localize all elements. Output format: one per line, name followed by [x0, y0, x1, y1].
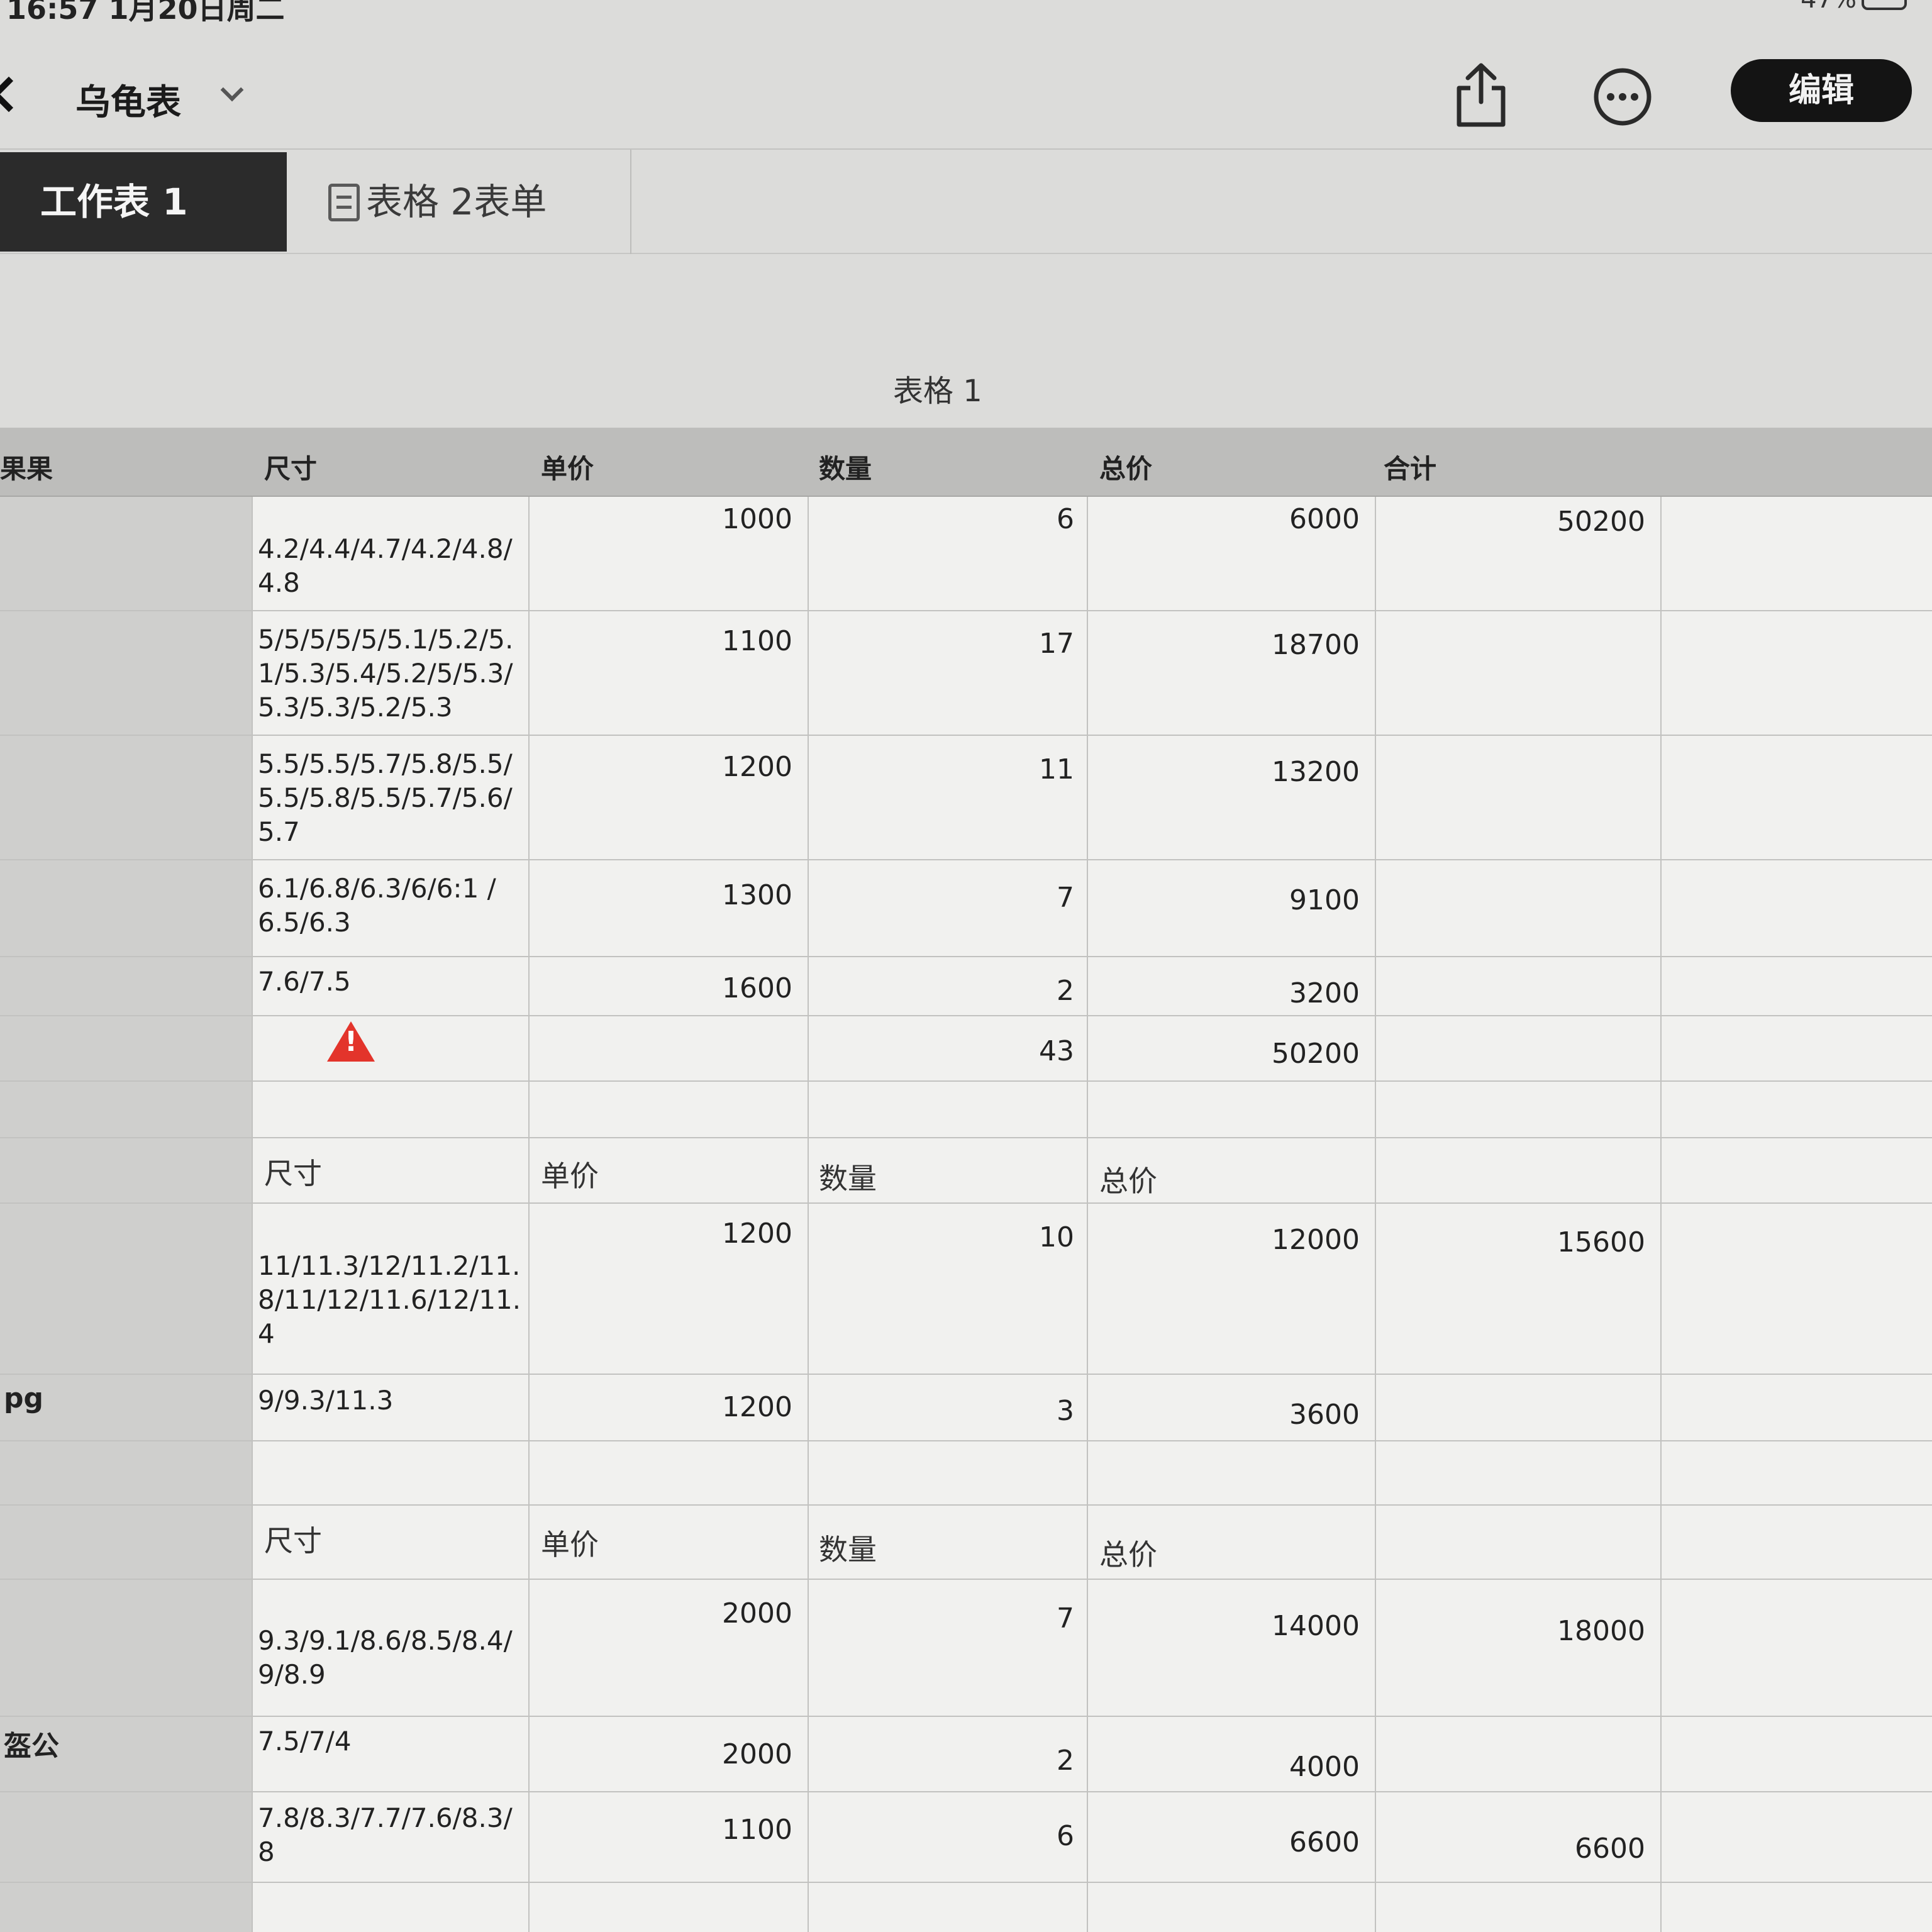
grid-hline [0, 1882, 1932, 1883]
unit-price-cell[interactable]: 1600 [535, 972, 792, 1004]
header-size[interactable]: 尺寸 [264, 448, 317, 486]
total-price-cell[interactable]: 18700 [1093, 629, 1360, 661]
nav-bar: 乌龟表 编辑 [0, 38, 1932, 151]
sub-header-size[interactable]: 尺寸 [264, 1151, 322, 1192]
unit-price-cell[interactable]: 1300 [535, 879, 792, 911]
warning-mark: ! [344, 1026, 358, 1058]
header-quantity[interactable]: 数量 [819, 448, 872, 486]
grid-hline [0, 1137, 1932, 1138]
quantity-cell[interactable]: 7 [814, 882, 1074, 914]
total-price-cell[interactable]: 13200 [1093, 756, 1360, 788]
quantity-cell[interactable]: 6 [814, 1820, 1074, 1852]
total-price-cell[interactable]: 6000 [1093, 503, 1360, 535]
header-sum[interactable]: 合计 [1384, 448, 1436, 486]
grid-hline [0, 1374, 1932, 1375]
total-price-cell[interactable]: 14000 [1093, 1610, 1360, 1642]
sub-header-quantity[interactable]: 数量 [819, 1156, 877, 1197]
grid-hline [0, 1015, 1932, 1016]
grid-hline [0, 610, 1932, 611]
sum-cell[interactable]: 18000 [1381, 1615, 1645, 1647]
unit-price-cell[interactable]: 1200 [535, 1218, 792, 1250]
quantity-cell[interactable]: 7 [814, 1602, 1074, 1635]
header-unit-price[interactable]: 单价 [541, 448, 594, 486]
sub-header-quantity[interactable]: 数量 [819, 1527, 877, 1568]
size-cell[interactable]: 5.5/5.5/5.7/5.8/5.5/ 5.5/5.8/5.5/5.7/5.6… [258, 747, 522, 849]
sub-header-unit-price[interactable]: 单价 [541, 1153, 599, 1195]
total-price-cell[interactable]: 3200 [1093, 977, 1360, 1009]
status-time: 16:57 1月20日周二 [6, 0, 285, 26]
quantity-cell[interactable]: 17 [814, 628, 1074, 660]
size-cell[interactable]: 7.5/7/4 [258, 1724, 522, 1758]
form-icon [328, 184, 360, 221]
quantity-cell[interactable]: 10 [814, 1221, 1074, 1253]
unit-price-cell[interactable]: 1200 [535, 751, 792, 783]
unit-price-cell[interactable]: 2000 [535, 1738, 792, 1770]
document-title[interactable]: 乌龟表 [75, 74, 181, 125]
sum-cell[interactable]: 15600 [1381, 1226, 1645, 1258]
total-price-cell[interactable]: 12000 [1093, 1224, 1360, 1256]
unit-price-cell[interactable]: 1100 [535, 1814, 792, 1846]
unit-price-cell[interactable]: 1000 [535, 503, 792, 535]
size-cell[interactable]: 9.3/9.1/8.6/8.5/8.4/ 9/8.9 [258, 1624, 522, 1692]
grid-hline [0, 1716, 1932, 1717]
grand-total-cell[interactable]: 50200 [1093, 1038, 1360, 1070]
size-cell[interactable]: 7.6/7.5 [258, 965, 522, 999]
header-total-price[interactable]: 总价 [1099, 448, 1152, 486]
unit-price-cell[interactable]: 1100 [535, 625, 792, 657]
grid-hline [0, 1504, 1932, 1506]
size-cell[interactable]: 11/11.3/12/11.2/11. 8/11/12/11.6/12/11. … [258, 1249, 522, 1351]
sheet-tab-bar: 工作表 1 表格 2表单 [0, 148, 1932, 254]
row-label-pg[interactable]: pg [4, 1382, 43, 1414]
size-cell[interactable]: 7.8/8.3/7.7/7.6/8.3/ 8 [258, 1801, 522, 1869]
sub-header-total-price[interactable]: 总价 [1099, 1158, 1157, 1200]
battery-icon [1862, 0, 1907, 10]
total-price-cell[interactable]: 6600 [1093, 1826, 1360, 1858]
total-quantity-cell[interactable]: 43 [814, 1035, 1074, 1067]
total-price-cell[interactable]: 4000 [1093, 1751, 1360, 1783]
battery-percent: 47% [1801, 0, 1857, 14]
sub-header-total-price[interactable]: 总价 [1099, 1532, 1157, 1574]
quantity-cell[interactable]: 2 [814, 975, 1074, 1007]
edit-button[interactable]: 编辑 [1731, 59, 1912, 122]
unit-price-cell[interactable]: 2000 [535, 1597, 792, 1629]
quantity-cell[interactable]: 11 [814, 753, 1074, 786]
unit-price-cell[interactable]: 1200 [535, 1391, 792, 1423]
quantity-cell[interactable]: 3 [814, 1395, 1074, 1427]
tab-table-2-form[interactable]: 表格 2表单 [287, 150, 631, 254]
status-bar: 16:57 1月20日周二 47% [0, 0, 1932, 26]
grid-hline [0, 956, 1932, 957]
sum-cell[interactable]: 50200 [1381, 506, 1645, 538]
row-label-group3[interactable]: 盔公 [4, 1723, 59, 1763]
app-window: 16:57 1月20日周二 47% 乌龟表 编辑 工作表 1 表格 2表单 表格… [0, 0, 1932, 1932]
grid-hline [0, 1202, 1932, 1204]
tab-form-label: 表格 2表单 [366, 180, 547, 223]
table-title[interactable]: 表格 1 [893, 366, 982, 410]
table-header-row: 果果 尺寸 单价 数量 总价 合计 [0, 428, 1932, 497]
grid-hline [0, 735, 1932, 736]
sub-header-unit-price[interactable]: 单价 [541, 1522, 599, 1563]
size-cell[interactable]: 5/5/5/5/5/5.1/5.2/5. 1/5.3/5.4/5.2/5/5.3… [258, 623, 522, 724]
sum-cell[interactable]: 6600 [1381, 1833, 1645, 1865]
size-cell[interactable]: 6.1/6.8/6.3/6/6:1 / 6.5/6.3 [258, 872, 522, 940]
tab-worksheet-1[interactable]: 工作表 1 [0, 152, 287, 252]
quantity-cell[interactable]: 6 [814, 503, 1074, 535]
quantity-cell[interactable]: 2 [814, 1745, 1074, 1777]
more-icon[interactable] [1591, 65, 1654, 128]
total-price-cell[interactable]: 9100 [1093, 884, 1360, 916]
grid-hline [0, 1440, 1932, 1441]
header-col0[interactable]: 果果 [0, 448, 53, 486]
share-icon[interactable] [1453, 60, 1509, 130]
size-cell[interactable]: 9/9.3/11.3 [258, 1384, 522, 1418]
grid-hline [0, 1080, 1932, 1082]
size-cell[interactable]: 4.2/4.4/4.7/4.2/4.8/ 4.8 [258, 532, 522, 600]
grid-hline [0, 1579, 1932, 1580]
total-price-cell[interactable]: 3600 [1093, 1399, 1360, 1431]
sub-header-size[interactable]: 尺寸 [264, 1518, 322, 1560]
grid-hline [0, 859, 1932, 860]
chevron-down-icon[interactable] [220, 78, 244, 102]
grid-hline [0, 1791, 1932, 1792]
back-icon[interactable] [0, 76, 27, 113]
